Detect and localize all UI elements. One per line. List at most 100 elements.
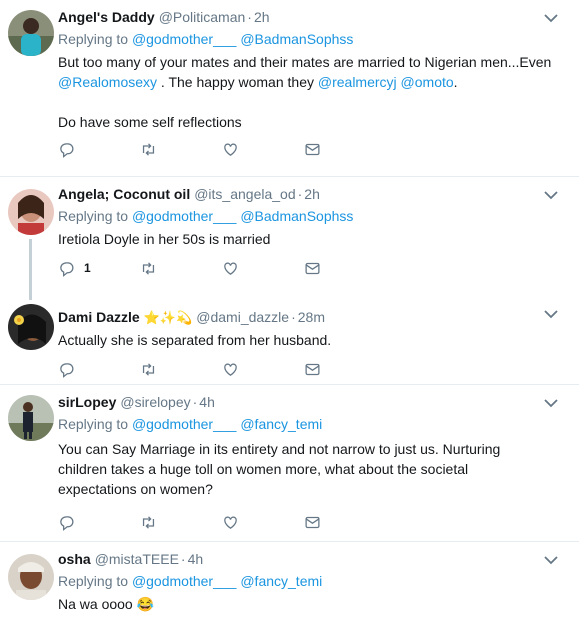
- retweet-button[interactable]: [140, 514, 222, 531]
- direct-message-button[interactable]: [304, 361, 386, 378]
- replying-to-label: Replying to: [58, 208, 129, 224]
- tweet-actions: 1: [58, 251, 569, 285]
- timestamp[interactable]: 4h: [199, 393, 215, 412]
- chevron-down-icon[interactable]: [543, 554, 559, 566]
- direct-message-button[interactable]: [304, 141, 386, 158]
- laughing-emoji: 😂: [136, 596, 155, 612]
- tweet-text: But too many of your mates and their mat…: [58, 52, 569, 132]
- tweet-text-part: .: [453, 74, 458, 90]
- direct-message-button[interactable]: [304, 260, 386, 277]
- reply-button[interactable]: [58, 141, 140, 158]
- tweet-text: You can Say Marriage in its entirety and…: [58, 441, 501, 497]
- separator-dot: ·: [247, 9, 252, 25]
- mention-link[interactable]: @godmother___: [132, 573, 237, 589]
- display-name[interactable]: osha: [58, 550, 91, 569]
- separator-dot: ·: [291, 309, 296, 325]
- user-handle[interactable]: @sirelopey: [120, 393, 190, 412]
- mention-link[interactable]: @godmother___: [132, 208, 237, 224]
- tweet-text-part: . The happy woman they: [160, 74, 314, 90]
- reply-icon: [60, 261, 74, 277]
- retweet-button[interactable]: [140, 260, 222, 277]
- mail-icon: [305, 516, 320, 528]
- direct-message-button[interactable]: [304, 514, 386, 531]
- reply-icon: [60, 515, 74, 531]
- mention-link[interactable]: @realmercyj: [318, 74, 397, 90]
- mention-link[interactable]: @fancy_temi: [240, 416, 322, 432]
- mail-icon: [305, 262, 320, 274]
- tweet[interactable]: sirLopey @sirelopey · 4h Replying to @go…: [0, 385, 579, 542]
- mention-link[interactable]: @omoto: [401, 74, 454, 90]
- reply-icon: [60, 362, 74, 378]
- display-name[interactable]: Dami Dazzle: [58, 308, 140, 327]
- mail-icon: [305, 143, 320, 155]
- reply-count: 1: [84, 261, 91, 275]
- retweet-icon: [142, 362, 155, 376]
- retweet-icon: [142, 515, 155, 529]
- avatar[interactable]: [8, 189, 54, 235]
- heart-icon: [224, 516, 237, 529]
- name-emoji: ⭐✨💫: [143, 310, 193, 325]
- tweet[interactable]: Angel's Daddy @Politicaman · 2h Replying…: [0, 0, 579, 177]
- mention-link[interactable]: @fancy_temi: [240, 573, 322, 589]
- replying-to: Replying to @godmother___ @fancy_temi: [58, 415, 569, 434]
- timestamp[interactable]: 28m: [298, 308, 325, 327]
- thread-line: [29, 239, 32, 300]
- tweet-text: Actually she is separated from her husba…: [58, 332, 332, 348]
- retweet-button[interactable]: [140, 141, 222, 158]
- mention-link[interactable]: @godmother___: [132, 416, 237, 432]
- tweet-text-part: Do have some self reflections: [58, 114, 242, 130]
- mention-link[interactable]: @Realomosexy: [58, 74, 157, 90]
- replying-to: Replying to @godmother___ @BadmanSophss: [58, 207, 569, 226]
- like-button[interactable]: [222, 260, 304, 277]
- tweet-text-part: Na wa oooo: [58, 596, 133, 612]
- retweet-icon: [142, 261, 155, 275]
- like-button[interactable]: [222, 514, 304, 531]
- mention-link[interactable]: @BadmanSophss: [240, 31, 353, 47]
- chevron-down-icon[interactable]: [543, 397, 559, 409]
- retweet-button[interactable]: [140, 361, 222, 378]
- tweet[interactable]: Dami Dazzle ⭐✨💫 @dami_dazzle · 28m Actua…: [0, 300, 579, 385]
- reply-button[interactable]: [58, 514, 140, 531]
- tweet-actions: [58, 352, 569, 386]
- avatar[interactable]: [8, 10, 54, 56]
- avatar[interactable]: [8, 395, 54, 441]
- retweet-icon: [142, 142, 155, 156]
- user-handle[interactable]: @its_angela_od: [194, 185, 295, 204]
- separator-dot: ·: [180, 551, 186, 567]
- user-handle[interactable]: @mistaTEEE: [95, 550, 179, 569]
- reply-button[interactable]: 1: [58, 260, 140, 277]
- mention-link[interactable]: @BadmanSophss: [240, 208, 353, 224]
- display-name[interactable]: Angela; Coconut oil: [58, 185, 190, 204]
- separator-dot: ·: [297, 186, 303, 202]
- display-name[interactable]: Angel's Daddy: [58, 8, 155, 27]
- heart-icon: [224, 363, 237, 376]
- user-handle[interactable]: @dami_dazzle: [196, 308, 289, 327]
- avatar[interactable]: [8, 554, 54, 600]
- reply-icon: [60, 142, 74, 158]
- tweet-text: Iretiola Doyle in her 50s is married: [58, 231, 271, 247]
- heart-icon: [224, 262, 237, 275]
- tweet-actions: [58, 505, 569, 539]
- replying-to: Replying to @godmother___ @fancy_temi: [58, 572, 569, 591]
- replying-to: Replying to @godmother___ @BadmanSophss: [58, 30, 569, 49]
- tweet[interactable]: Angela; Coconut oil @its_angela_od · 2h …: [0, 177, 579, 300]
- like-button[interactable]: [222, 361, 304, 378]
- chevron-down-icon[interactable]: [543, 12, 559, 24]
- tweet-text-part: But too many of your mates and their mat…: [58, 54, 552, 70]
- like-button[interactable]: [222, 141, 304, 158]
- avatar[interactable]: [8, 304, 54, 350]
- chevron-down-icon[interactable]: [543, 189, 559, 201]
- display-name[interactable]: sirLopey: [58, 393, 116, 412]
- timestamp[interactable]: 2h: [254, 8, 270, 27]
- heart-icon: [224, 143, 237, 156]
- separator-dot: ·: [192, 394, 198, 410]
- mention-link[interactable]: @godmother___: [132, 31, 237, 47]
- mail-icon: [305, 363, 320, 375]
- tweet[interactable]: osha @mistaTEEE · 4h Replying to @godmot…: [0, 542, 579, 617]
- replying-to-label: Replying to: [58, 573, 129, 589]
- timestamp[interactable]: 2h: [304, 185, 320, 204]
- user-handle[interactable]: @Politicaman: [159, 8, 246, 27]
- timestamp[interactable]: 4h: [188, 550, 204, 569]
- reply-button[interactable]: [58, 361, 140, 378]
- chevron-down-icon[interactable]: [543, 308, 559, 320]
